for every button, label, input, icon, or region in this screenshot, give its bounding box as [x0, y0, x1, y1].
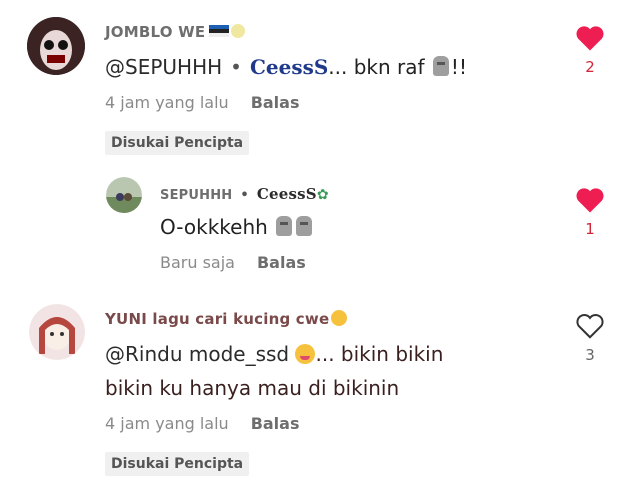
avatar[interactable] — [27, 17, 85, 75]
mention[interactable]: @SEPUHHH — [105, 55, 222, 79]
liked-by-creator-badge: Disukai Pencipta — [105, 131, 250, 155]
like-count: 3 — [585, 346, 595, 364]
reply-button[interactable]: Balas — [251, 414, 300, 433]
sparkle-emoji — [231, 24, 246, 38]
avatar[interactable] — [29, 304, 85, 360]
comment-text: O-okkkehh — [160, 215, 314, 239]
liked-by-creator-badge: Disukai Pencipta — [105, 452, 250, 476]
like-button[interactable]: 1 — [570, 186, 610, 238]
reply-button[interactable]: Balas — [251, 93, 300, 112]
face-emoji — [295, 344, 316, 364]
heart-filled-icon — [576, 26, 604, 51]
face-emoji — [331, 310, 348, 326]
timestamp: 4 jam yang lalu — [105, 414, 229, 433]
comment-text: @Rindu mode_ssd ... bikin bikin — [105, 342, 444, 366]
heart-outline-icon — [576, 314, 604, 339]
timestamp: 4 jam yang lalu — [105, 93, 229, 112]
comment-meta: Baru saja Balas — [160, 253, 306, 272]
timestamp: Baru saja — [160, 253, 235, 272]
comment-username[interactable]: SEPUHHH • CeessS✿ — [160, 185, 329, 203]
reply-button[interactable]: Balas — [257, 253, 306, 272]
avatar[interactable] — [106, 177, 142, 213]
avatar-image — [27, 17, 85, 75]
moai-emoji — [276, 216, 293, 236]
flag-emoji — [209, 25, 230, 37]
leaf-emoji: ✿ — [316, 187, 329, 203]
avatar-image — [29, 304, 85, 360]
name-tag: CeessS — [256, 185, 317, 203]
comment-text: @SEPUHHH • CeessS... bkn raf !! — [105, 55, 467, 79]
comment-meta: 4 jam yang lalu Balas — [105, 414, 299, 433]
comment-username[interactable]: JOMBLO WE — [105, 23, 246, 41]
like-count: 1 — [585, 220, 595, 238]
like-button[interactable]: 2 — [570, 24, 610, 76]
moai-emoji — [432, 56, 449, 76]
avatar-image — [106, 177, 142, 213]
comment-username[interactable]: YUNI lagu cari kucing cwe — [105, 310, 348, 328]
comment-text-line2: bikin ku hanya mau di bikinin — [105, 376, 400, 400]
comment-meta: 4 jam yang lalu Balas — [105, 93, 299, 112]
mention[interactable]: @Rindu mode_ssd — [105, 342, 289, 366]
moai-emoji — [296, 216, 313, 236]
name-tag: CeessS — [249, 55, 329, 79]
heart-filled-icon — [576, 188, 604, 213]
like-count: 2 — [585, 58, 595, 76]
like-button[interactable]: 3 — [570, 312, 610, 364]
